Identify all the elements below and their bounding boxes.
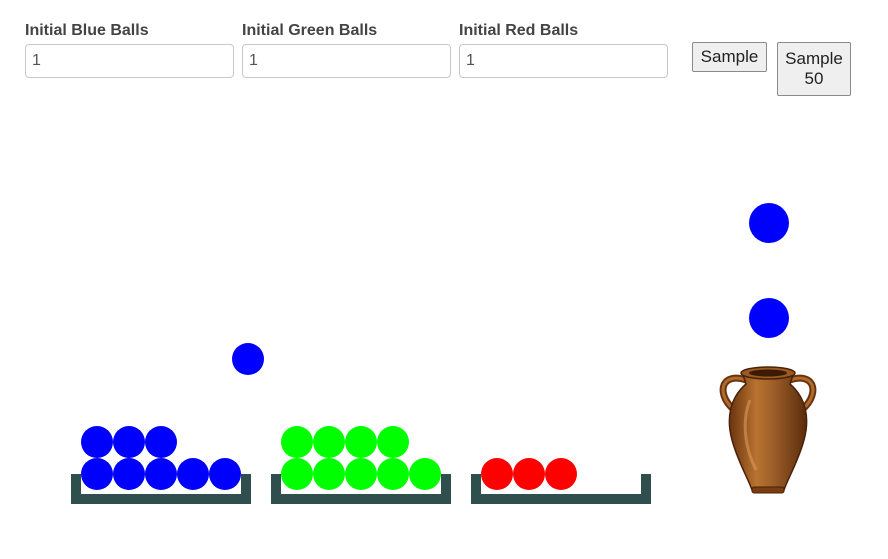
- green-ball: [377, 458, 409, 490]
- falling-blue-ball: [749, 203, 789, 243]
- green-ball: [313, 458, 345, 490]
- bins-layer: [71, 426, 651, 504]
- green-ball: [313, 426, 345, 458]
- green-ball: [409, 458, 441, 490]
- amphora-urn-icon: [719, 366, 817, 494]
- blue-ball: [177, 458, 209, 490]
- blue-ball: [81, 458, 113, 490]
- green-ball: [281, 458, 313, 490]
- blue-ball: [113, 458, 145, 490]
- bin-blue: [71, 426, 251, 504]
- blue-ball: [113, 426, 145, 458]
- red-ball: [481, 458, 513, 490]
- red-ball: [545, 458, 577, 490]
- falling-blue-ball: [749, 298, 789, 338]
- green-ball: [345, 426, 377, 458]
- green-ball: [377, 426, 409, 458]
- blue-ball: [81, 426, 113, 458]
- green-ball: [345, 458, 377, 490]
- blue-ball: [145, 458, 177, 490]
- falling-balls-layer: [232, 203, 789, 375]
- green-ball: [281, 426, 313, 458]
- red-ball: [513, 458, 545, 490]
- bin-green: [271, 426, 451, 504]
- blue-ball: [209, 458, 241, 490]
- blue-ball: [145, 426, 177, 458]
- simulation-canvas: [71, 203, 817, 504]
- falling-blue-ball: [232, 343, 264, 375]
- bin-red: [471, 458, 651, 504]
